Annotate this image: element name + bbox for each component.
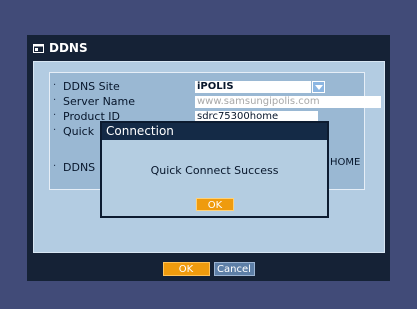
window-title: DDNS [49, 41, 88, 55]
dialog-buttons: OK Cancel [27, 262, 390, 276]
bullet: · [53, 110, 57, 121]
dialog-ok-button[interactable]: OK [196, 198, 234, 211]
ok-button[interactable]: OK [162, 262, 210, 276]
server-name-label: Server Name [63, 95, 136, 108]
connection-dialog: Connection Quick Connect Success OK [100, 121, 329, 218]
chevron-down-icon[interactable] [312, 81, 325, 93]
server-name-field[interactable]: www.samsungipolis.com [195, 96, 381, 108]
bullet: · [53, 80, 57, 91]
bullet: · [53, 125, 57, 136]
ddns-site-label: DDNS Site [63, 80, 120, 93]
cancel-button[interactable]: Cancel [213, 262, 255, 276]
ddns-address-value: HOME [330, 157, 361, 168]
quick-connect-label: Quick [63, 125, 95, 138]
dialog-message: Quick Connect Success [150, 164, 279, 177]
window-titlebar: DDNS [33, 39, 88, 57]
ddns-site-value: iPOLIS [197, 81, 234, 92]
server-name-row: · Server Name www.samsungipolis.com [50, 95, 381, 109]
ddns-site-select[interactable]: iPOLIS [195, 81, 325, 93]
ddns-address-label: DDNS [63, 161, 96, 174]
bullet: · [53, 161, 57, 172]
ddns-window-icon [33, 43, 44, 53]
dialog-title: Connection [102, 123, 327, 140]
bullet: · [53, 95, 57, 106]
ddns-site-row: · DDNS Site iPOLIS [50, 80, 364, 94]
